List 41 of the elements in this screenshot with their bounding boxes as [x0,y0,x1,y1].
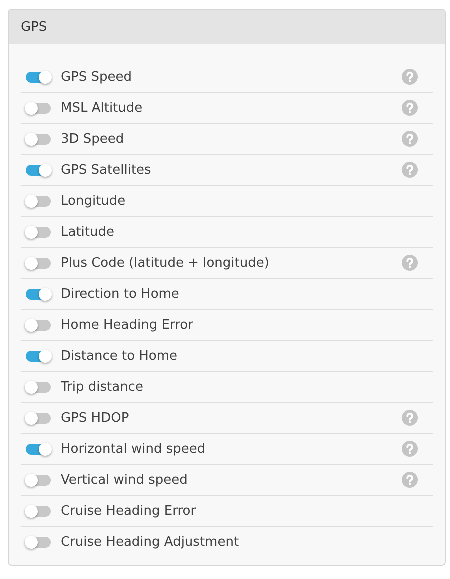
option-label: Direction to Home [61,286,180,302]
option-label: Cruise Heading Error [61,504,198,518]
toggle-switch[interactable] [26,350,51,362]
toggle-switch[interactable] [26,72,51,82]
option-label: Horizontal wind speed [61,442,207,456]
option-label: Home Heading Error [61,318,194,332]
toggle-switch[interactable] [26,506,51,516]
toggle-switch[interactable] [26,226,51,238]
help-icon[interactable] [402,131,418,147]
toggle-switch[interactable] [26,444,51,454]
toggle-switch[interactable] [26,102,51,114]
toggle-switch[interactable] [26,412,51,424]
help-icon[interactable] [402,255,418,271]
option-label: 3D Speed [61,132,126,146]
option-label: Trip distance [61,380,144,394]
help-icon[interactable] [402,472,418,488]
toggle-switch[interactable] [26,320,51,330]
toggle-switch[interactable] [26,288,51,300]
help-icon[interactable] [402,162,418,178]
option-label: GPS Satellites [61,162,152,178]
option-label: Latitude [61,224,116,240]
option-label: Cruise Heading Adjustment [61,534,240,550]
toggle-switch[interactable] [26,258,51,268]
toggle-switch[interactable] [26,196,51,206]
toggle-switch[interactable] [26,134,51,144]
toggle-switch[interactable] [26,164,51,176]
option-label: Longitude [61,194,127,208]
toggle-switch[interactable] [26,474,51,486]
help-icon[interactable] [402,441,418,457]
option-label: GPS HDOP [61,410,130,426]
option-label: Plus Code (latitude + longitude) [61,256,270,270]
option-label: Vertical wind speed [61,472,189,488]
toggle-switch[interactable] [26,536,51,548]
toggle-switch[interactable] [26,382,51,392]
panel-title: GPS [21,20,48,34]
help-icon[interactable] [402,100,418,116]
option-label: GPS Speed [61,70,134,84]
option-label: MSL Altitude [61,100,144,116]
help-icon[interactable] [402,410,418,426]
option-label: Distance to Home [61,348,179,364]
help-icon[interactable] [402,69,418,85]
